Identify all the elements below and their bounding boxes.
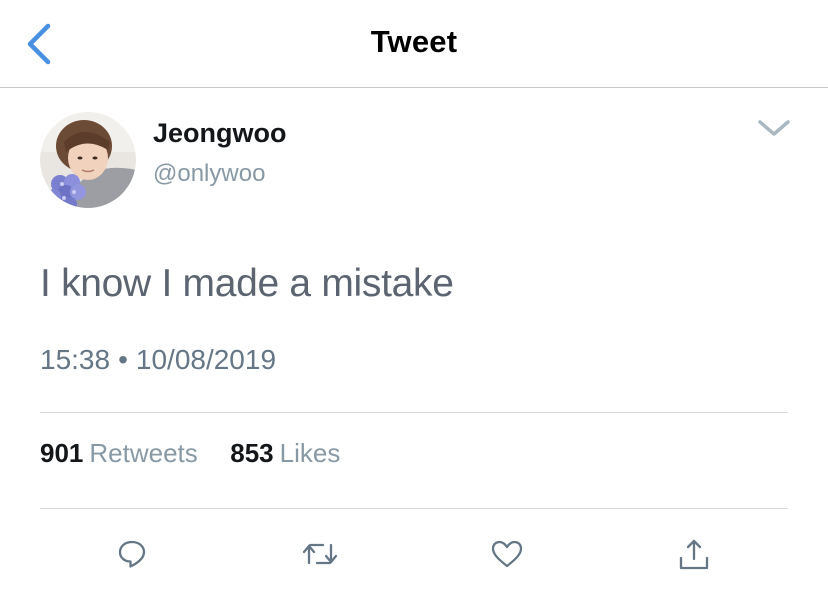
tweet-time: 15:38 bbox=[40, 344, 111, 375]
likes-label: Likes bbox=[279, 438, 341, 468]
retweets-stat[interactable]: 901 Retweets bbox=[40, 438, 205, 468]
retweets-label: Retweets bbox=[89, 438, 198, 468]
profile-photo bbox=[40, 112, 136, 208]
chevron-down-icon bbox=[758, 120, 790, 136]
reply-button[interactable] bbox=[110, 532, 154, 576]
tweet-text: I know I made a mistake bbox=[40, 262, 454, 305]
retweet-arrows-icon bbox=[302, 543, 338, 565]
retweets-count: 901 bbox=[40, 438, 84, 468]
tweet-date: 10/08/2019 bbox=[135, 344, 277, 375]
share-button[interactable] bbox=[672, 532, 716, 576]
share-upload-icon bbox=[679, 539, 709, 570]
navigation-bar: Tweet bbox=[0, 0, 828, 88]
page-title: Tweet bbox=[370, 24, 458, 59]
heart-icon bbox=[491, 540, 523, 568]
more-options-button[interactable] bbox=[752, 112, 796, 144]
speech-bubble-icon bbox=[118, 540, 146, 568]
likes-stat[interactable]: 853 Likes bbox=[230, 438, 340, 468]
divider bbox=[40, 412, 788, 413]
retweet-button[interactable] bbox=[298, 532, 342, 576]
likes-count: 853 bbox=[230, 438, 274, 468]
author-handle[interactable]: @onlywoo bbox=[153, 160, 265, 188]
tweet-stats: 901 Retweets 853 Likes bbox=[40, 438, 340, 469]
timestamp-separator: • bbox=[118, 344, 128, 375]
avatar[interactable] bbox=[40, 112, 136, 208]
tweet-timestamp: 15:38 • 10/08/2019 bbox=[40, 344, 276, 376]
author-name[interactable]: Jeongwoo bbox=[153, 118, 287, 149]
divider bbox=[40, 508, 788, 509]
like-button[interactable] bbox=[485, 532, 529, 576]
